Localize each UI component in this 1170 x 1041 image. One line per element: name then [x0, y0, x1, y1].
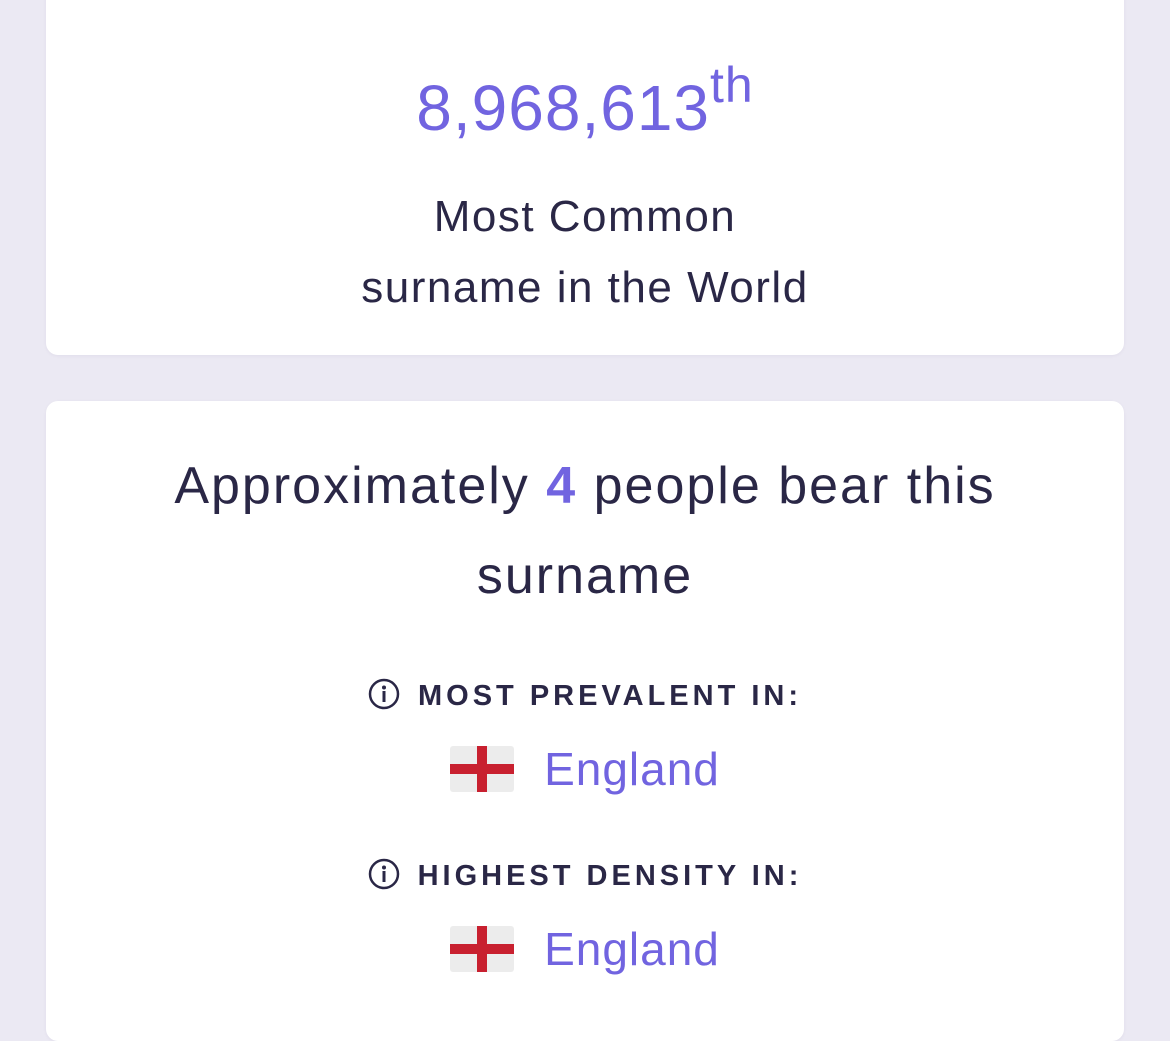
- most-prevalent-country: England: [46, 739, 1124, 799]
- rank-caption-line2: surname in the World: [361, 263, 809, 312]
- england-flag-icon: [450, 925, 515, 972]
- most-prevalent-heading: MOST PREVALENT IN:: [46, 678, 1124, 714]
- england-flag-icon: [450, 745, 515, 792]
- most-prevalent-label: MOST PREVALENT IN:: [417, 680, 803, 712]
- highest-density-heading: HIGHEST DENSITY IN:: [46, 858, 1124, 894]
- info-icon[interactable]: [368, 858, 400, 890]
- population-count: 4: [546, 457, 578, 515]
- population-card: Approximately 4 people bear this surname…: [46, 401, 1124, 1041]
- surname-rank: 8,968,613th: [46, 60, 1124, 144]
- rank-card: 8,968,613th Most Common surname in the W…: [46, 0, 1124, 355]
- rank-suffix: th: [710, 56, 754, 113]
- population-text-before: Approximately: [174, 457, 547, 515]
- highest-density-label: HIGHEST DENSITY IN:: [417, 860, 803, 892]
- info-icon[interactable]: [368, 678, 400, 710]
- highest-density-country: England: [46, 919, 1124, 979]
- population-statement: Approximately 4 people bear this surname: [106, 441, 1064, 621]
- most-prevalent-country-name[interactable]: England: [544, 743, 720, 795]
- rank-caption-line1: Most Common: [433, 192, 737, 241]
- rank-number: 8,968,613: [416, 72, 710, 144]
- highest-density-country-name[interactable]: England: [544, 923, 720, 975]
